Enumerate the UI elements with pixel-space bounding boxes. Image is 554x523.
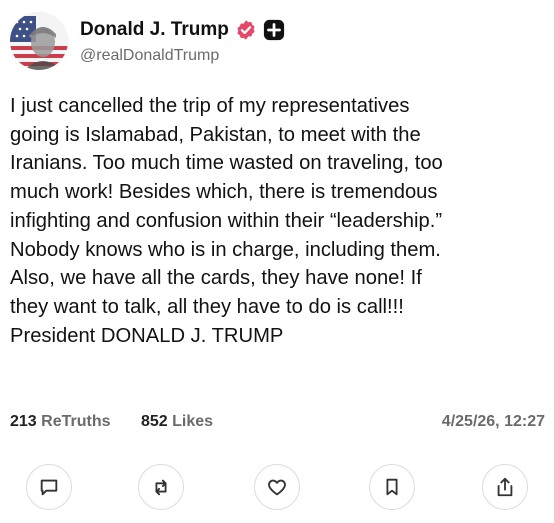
post-header: Donald J. Trump @realDonaldTrump: [10, 12, 550, 72]
retruths-count: 213: [10, 413, 37, 430]
author-handle[interactable]: @realDonaldTrump: [80, 47, 219, 65]
repost-icon: [155, 479, 167, 496]
share-button[interactable]: [482, 464, 528, 510]
like-button[interactable]: [254, 464, 300, 510]
post-timestamp[interactable]: 4/25/26, 12:27: [442, 413, 545, 431]
retruths-label: ReTruths: [41, 413, 111, 430]
action-bar: [0, 464, 554, 514]
bookmark-icon: [386, 478, 398, 496]
retruth-button[interactable]: [138, 464, 184, 510]
heart-icon: [268, 479, 286, 496]
post-text: I just cancelled the trip of my represen…: [10, 95, 443, 347]
likes-label: Likes: [172, 413, 214, 430]
plus-badge-icon: [263, 19, 285, 41]
flag-portrait-avatar-icon: [10, 12, 68, 70]
share-icon: [497, 477, 513, 497]
post-stats: 213 ReTruths 852 Likes 4/25/26, 12:27: [10, 413, 545, 435]
bookmark-button[interactable]: [369, 464, 415, 510]
avatar[interactable]: [10, 12, 68, 70]
verified-badge-icon: [235, 19, 257, 41]
likes-stat[interactable]: 852 Likes: [141, 413, 213, 431]
comment-icon: [40, 479, 58, 496]
reply-button[interactable]: [26, 464, 72, 510]
retruths-stat[interactable]: 213 ReTruths: [10, 413, 111, 431]
display-name[interactable]: Donald J. Trump: [80, 19, 229, 41]
likes-count: 852: [141, 413, 168, 430]
